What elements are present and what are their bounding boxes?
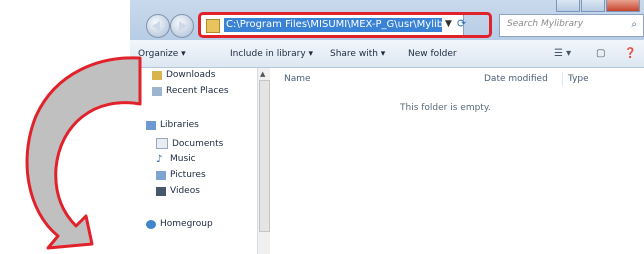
nav-item-libraries[interactable]: Libraries — [146, 120, 199, 130]
close-button[interactable] — [606, 0, 640, 12]
navigation-pane: Downloads Recent Places Libraries Docume… — [130, 68, 258, 254]
recent-places-icon — [152, 86, 162, 96]
column-header-name[interactable]: Name — [284, 74, 311, 84]
documents-icon — [156, 138, 168, 149]
maximize-button[interactable] — [581, 0, 605, 12]
new-folder-button[interactable]: New folder — [408, 49, 457, 59]
downloads-folder-icon — [152, 70, 162, 80]
column-separator[interactable] — [562, 72, 563, 86]
window-controls — [556, 0, 640, 12]
command-bar: Organize ▾ Include in library ▾ Share wi… — [130, 40, 644, 68]
minimize-button[interactable] — [556, 0, 580, 12]
nav-item-downloads[interactable]: Downloads — [152, 70, 215, 80]
include-in-library-button[interactable]: Include in library ▾ — [230, 49, 313, 59]
column-header-type[interactable]: Type — [568, 74, 589, 84]
curved-arrow-icon — [25, 56, 142, 250]
organize-button[interactable]: Organize ▾ — [138, 49, 186, 59]
title-bar: C:\Program Files\MISUMI\MEX-P_G\usr\Myli… — [130, 0, 644, 40]
back-button[interactable] — [146, 14, 170, 38]
file-list: Name Date modified Type This folder is e… — [272, 68, 644, 254]
share-with-button[interactable]: Share with ▾ — [330, 49, 385, 59]
scroll-thumb[interactable] — [259, 80, 270, 232]
address-highlight-box — [198, 12, 492, 38]
nav-item-homegroup[interactable]: Homegroup — [146, 219, 213, 229]
search-box[interactable]: Search Mylibrary ⌕ — [499, 14, 644, 37]
forward-arrow-icon — [179, 21, 187, 31]
nav-item-music[interactable]: ♪ Music — [156, 154, 196, 164]
nav-item-documents[interactable]: Documents — [156, 138, 223, 149]
view-options-icon[interactable]: ☰ ▾ — [554, 48, 571, 59]
nav-item-pictures[interactable]: Pictures — [156, 170, 206, 180]
music-icon: ♪ — [156, 153, 163, 165]
nav-item-recent-places[interactable]: Recent Places — [152, 86, 229, 96]
scroll-up-icon[interactable]: ▲ — [260, 70, 265, 78]
back-arrow-icon — [152, 21, 160, 31]
search-icon[interactable]: ⌕ — [631, 19, 637, 30]
forward-button[interactable] — [170, 14, 194, 38]
empty-folder-message: This folder is empty. — [400, 103, 491, 113]
videos-icon — [156, 186, 166, 196]
libraries-icon — [146, 120, 156, 130]
nav-scrollbar[interactable]: ▲ — [258, 68, 270, 254]
homegroup-icon — [146, 219, 156, 229]
help-icon[interactable]: ❓ — [624, 48, 636, 59]
explorer-window: C:\Program Files\MISUMI\MEX-P_G\usr\Myli… — [130, 0, 644, 254]
preview-pane-icon[interactable]: ▢ — [596, 48, 605, 59]
pictures-icon — [156, 170, 166, 180]
search-input[interactable]: Search Mylibrary — [507, 19, 583, 29]
column-header-date-modified[interactable]: Date modified — [484, 74, 548, 84]
nav-item-videos[interactable]: Videos — [156, 186, 200, 196]
